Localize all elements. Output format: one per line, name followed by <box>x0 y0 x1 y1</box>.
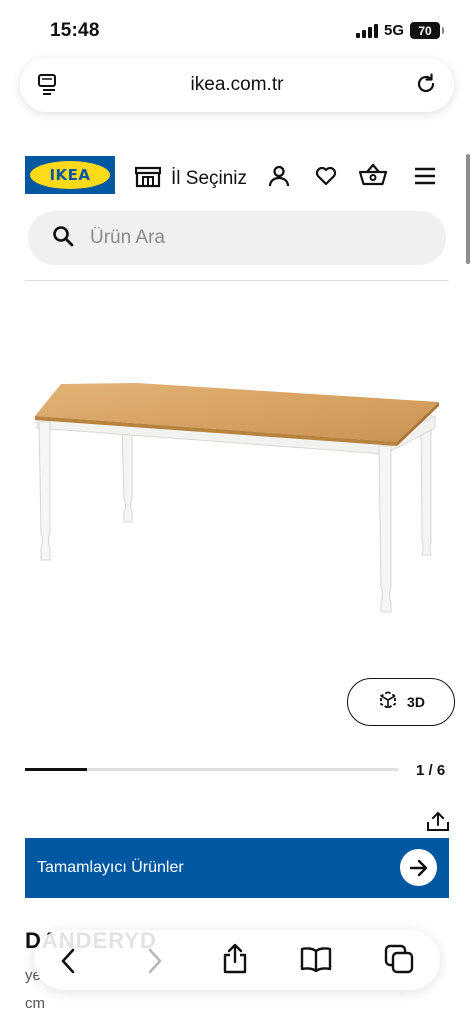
ikea-logo[interactable]: IKEA <box>25 156 115 194</box>
url-text[interactable]: ikea.com.tr <box>191 74 284 96</box>
gallery-progress <box>25 768 398 771</box>
hamburger-menu-icon[interactable] <box>414 167 436 190</box>
arrow-right-icon[interactable] <box>400 849 437 886</box>
browser-toolbar <box>34 930 440 990</box>
complementary-products-banner[interactable]: Tamamlayıcı Ürünler <box>25 838 449 898</box>
description-end: cm <box>25 995 45 1012</box>
status-bar: 15:48 5G 70 <box>0 0 474 56</box>
search-icon <box>52 225 74 252</box>
store-icon <box>134 164 162 193</box>
3d-cube-icon <box>377 689 399 716</box>
store-label: İl Seçiniz <box>171 167 248 189</box>
battery-icon: 70 <box>410 22 444 39</box>
search-bar[interactable] <box>28 211 446 265</box>
search-input[interactable] <box>90 227 390 249</box>
store-selector[interactable]: İl Seçiniz <box>134 164 248 193</box>
status-time: 15:48 <box>50 20 100 41</box>
forward-icon[interactable] <box>147 948 163 979</box>
signal-icon <box>355 23 378 38</box>
logo-oval: IKEA <box>30 161 110 189</box>
site-header: IKEA İl Seçiniz <box>25 154 449 196</box>
account-icon[interactable] <box>267 164 291 193</box>
gallery-counter: 1 / 6 <box>416 762 446 779</box>
reload-icon[interactable] <box>414 72 438 101</box>
favorites-heart-icon[interactable] <box>314 164 338 193</box>
logo-text: IKEA <box>49 166 91 184</box>
address-bar[interactable]: ikea.com.tr <box>20 58 454 112</box>
gallery-progress-fill <box>25 768 88 771</box>
network-type: 5G <box>383 22 404 39</box>
banner-label: Tamamlayıcı Ürünler <box>37 859 184 876</box>
bookmarks-book-icon[interactable] <box>300 946 332 977</box>
battery-level: 70 <box>418 23 432 38</box>
view-3d-label: 3D <box>407 694 425 710</box>
page-menu-icon[interactable] <box>38 74 58 101</box>
view-3d-button[interactable]: 3D <box>347 678 455 726</box>
back-icon[interactable] <box>60 948 76 979</box>
header-divider <box>25 280 449 281</box>
tabs-icon[interactable] <box>384 944 414 979</box>
share-sheet-icon[interactable] <box>221 942 249 979</box>
page-scrollbar[interactable] <box>466 154 470 264</box>
share-icon[interactable] <box>426 812 450 837</box>
product-image[interactable] <box>25 370 449 620</box>
shopping-basket-icon[interactable] <box>358 162 388 193</box>
status-indicators: 5G 70 <box>355 22 444 39</box>
